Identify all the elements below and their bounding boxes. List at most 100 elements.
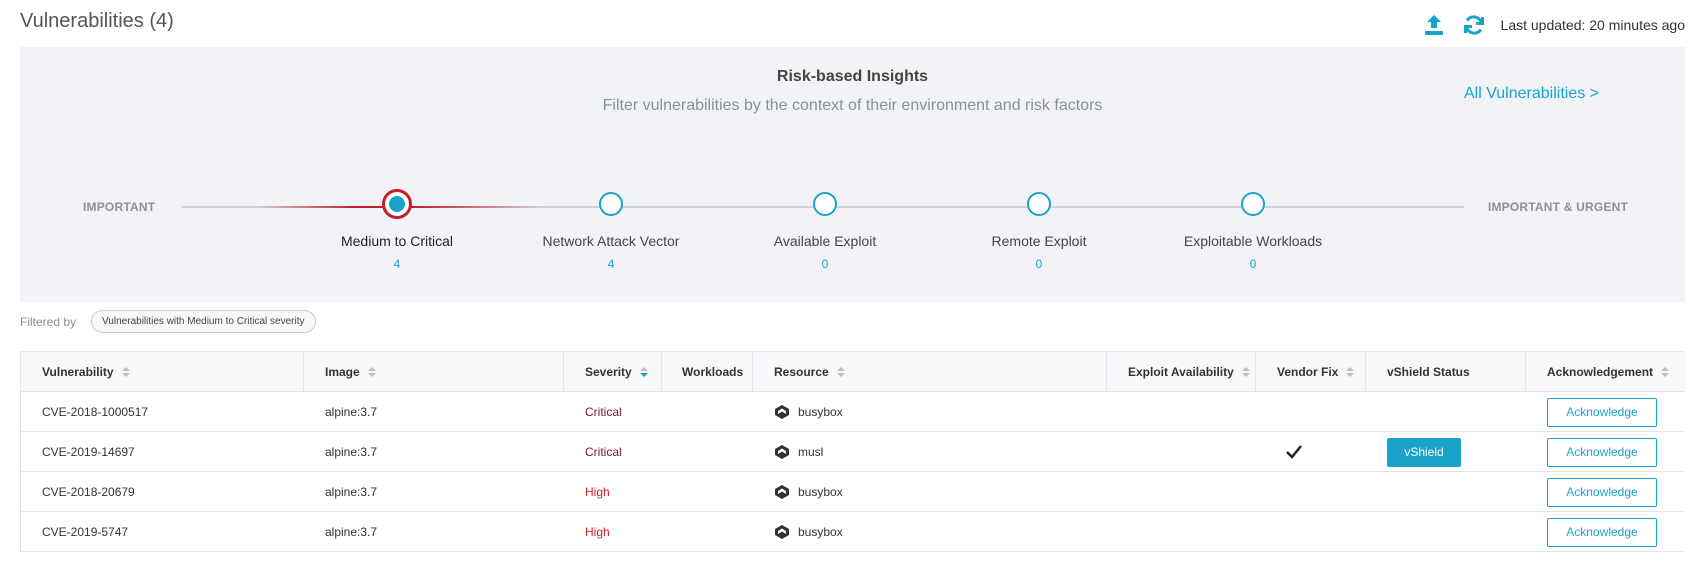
cell-resource: busybox: [753, 512, 1107, 552]
filter-row: Filtered by Vulnerabilities with Medium …: [20, 310, 316, 333]
column-header-vulnerability[interactable]: Vulnerability: [21, 352, 304, 392]
insights-title: Risk-based Insights: [776, 68, 929, 85]
column-header-vshield-status: vShield Status: [1366, 352, 1526, 392]
risk-insights-panel: Risk-based Insights Filter vulnerabiliti…: [20, 47, 1685, 302]
cell-image: alpine:3.7: [325, 485, 378, 499]
step-label: Available Exploit: [773, 233, 877, 249]
sort-icon[interactable]: [1346, 367, 1355, 377]
step-count: 0: [1249, 257, 1257, 271]
column-header-vendor-fix[interactable]: Vendor Fix: [1256, 352, 1366, 392]
filter-chip[interactable]: Vulnerabilities with Medium to Critical …: [91, 310, 316, 333]
cell-workloads: [662, 512, 753, 552]
column-header-workloads: Workloads: [662, 352, 753, 392]
resource-name: musl: [798, 445, 824, 459]
cell-vulnerability[interactable]: CVE-2018-20679: [21, 472, 304, 512]
step-count: 0: [1035, 257, 1043, 271]
sort-icon[interactable]: [121, 367, 130, 377]
acknowledge-button[interactable]: Acknowledge: [1547, 517, 1657, 547]
step-exploitable-workloads[interactable]: Exploitable Workloads 0: [1153, 192, 1353, 271]
table-row: CVE-2019-14697 alpine:3.7 Critical musl …: [21, 432, 1685, 472]
page-title: Vulnerabilities (4): [20, 10, 174, 32]
step-marker-active[interactable]: [382, 189, 412, 219]
important-label: IMPORTANT: [83, 200, 156, 214]
step-network-attack-vector[interactable]: Network Attack Vector 4: [511, 192, 711, 271]
column-header-resource[interactable]: Resource: [753, 352, 1107, 392]
step-label: Remote Exploit: [991, 233, 1087, 249]
sort-icon[interactable]: [836, 367, 845, 377]
resource-name: busybox: [798, 485, 843, 499]
table-row: CVE-2018-1000517 alpine:3.7 Critical bus…: [21, 392, 1685, 432]
cell-vulnerability[interactable]: CVE-2019-5747: [21, 512, 304, 552]
step-label: Network Attack Vector: [542, 233, 680, 249]
step-label: Medium to Critical: [340, 233, 454, 249]
cell-image: alpine:3.7: [325, 445, 378, 459]
cell-vshield-status: [1366, 392, 1526, 432]
cell-exploit-availability: [1107, 432, 1256, 472]
cell-vendor-fix: [1256, 432, 1366, 472]
cell-exploit-availability: [1107, 392, 1256, 432]
column-header-image[interactable]: Image: [304, 352, 564, 392]
refresh-icon[interactable]: [1461, 12, 1487, 38]
acknowledge-button[interactable]: Acknowledge: [1547, 397, 1657, 427]
step-marker[interactable]: [599, 192, 623, 216]
cell-resource: busybox: [753, 392, 1107, 432]
cell-severity: Critical: [585, 405, 622, 419]
header-actions: Last updated: 20 minutes ago: [1421, 12, 1685, 38]
column-header-acknowledgement[interactable]: Acknowledgement: [1526, 352, 1685, 392]
sort-icon[interactable]: [1661, 367, 1670, 377]
acknowledge-button[interactable]: Acknowledge: [1547, 437, 1657, 467]
vulnerabilities-table: Vulnerability Image Severity Workloads R…: [20, 351, 1685, 552]
table-row: CVE-2018-20679 alpine:3.7 High busybox A…: [21, 472, 1685, 512]
cell-exploit-availability: [1107, 472, 1256, 512]
column-header-exploit-availability[interactable]: Exploit Availability: [1107, 352, 1256, 392]
step-marker[interactable]: [813, 192, 837, 216]
step-available-exploit[interactable]: Available Exploit 0: [725, 192, 925, 271]
step-count: 0: [821, 257, 829, 271]
checkmark-icon: [1286, 445, 1302, 459]
cell-acknowledgement: Acknowledge: [1526, 472, 1685, 512]
sort-icon[interactable]: [1241, 367, 1250, 377]
cell-severity: High: [585, 525, 610, 539]
resource-name: busybox: [798, 525, 843, 539]
table-row: CVE-2019-5747 alpine:3.7 High busybox Ac…: [21, 512, 1685, 552]
cell-workloads: [662, 392, 753, 432]
column-header-severity[interactable]: Severity: [564, 352, 662, 392]
cell-image: alpine:3.7: [325, 525, 378, 539]
cell-acknowledgement: Acknowledge: [1526, 432, 1685, 472]
all-vulnerabilities-link[interactable]: All Vulnerabilities >: [1464, 85, 1599, 103]
cell-exploit-availability: [1107, 512, 1256, 552]
sort-desc-icon[interactable]: [639, 367, 648, 377]
filtered-by-label: Filtered by: [20, 314, 77, 329]
last-updated-text: Last updated: 20 minutes ago: [1500, 17, 1685, 33]
cell-vshield-status: [1366, 512, 1526, 552]
upload-icon[interactable]: [1421, 12, 1447, 38]
resource-name: busybox: [798, 405, 843, 419]
step-marker[interactable]: [1027, 192, 1051, 216]
package-icon: [775, 445, 789, 459]
package-icon: [775, 525, 789, 539]
cell-vulnerability[interactable]: CVE-2018-1000517: [21, 392, 304, 432]
cell-vshield-status: [1366, 472, 1526, 512]
cell-vulnerability[interactable]: CVE-2019-14697: [21, 432, 304, 472]
acknowledge-button[interactable]: Acknowledge: [1547, 477, 1657, 507]
cell-workloads: [662, 472, 753, 512]
cell-workloads: [662, 432, 753, 472]
cell-vendor-fix: [1256, 392, 1366, 432]
insights-subtitle: Filter vulnerabilities by the context of…: [602, 97, 1103, 114]
page-header: Vulnerabilities (4) Last updated: 20 min…: [20, 0, 1685, 46]
step-medium-to-critical[interactable]: Medium to Critical 4: [297, 189, 497, 271]
vshield-button[interactable]: vShield: [1387, 437, 1461, 467]
cell-resource: busybox: [753, 472, 1107, 512]
sort-icon[interactable]: [367, 367, 376, 377]
package-icon: [775, 405, 789, 419]
cell-image: alpine:3.7: [325, 405, 378, 419]
step-marker[interactable]: [1241, 192, 1265, 216]
cell-severity: Critical: [585, 445, 622, 459]
important-urgent-label: IMPORTANT & URGENT: [1487, 200, 1628, 214]
step-remote-exploit[interactable]: Remote Exploit 0: [939, 192, 1139, 271]
cell-acknowledgement: Acknowledge: [1526, 392, 1685, 432]
cell-acknowledgement: Acknowledge: [1526, 512, 1685, 552]
cell-severity: High: [585, 485, 610, 499]
cell-vendor-fix: [1256, 472, 1366, 512]
cell-resource: musl: [753, 432, 1107, 472]
